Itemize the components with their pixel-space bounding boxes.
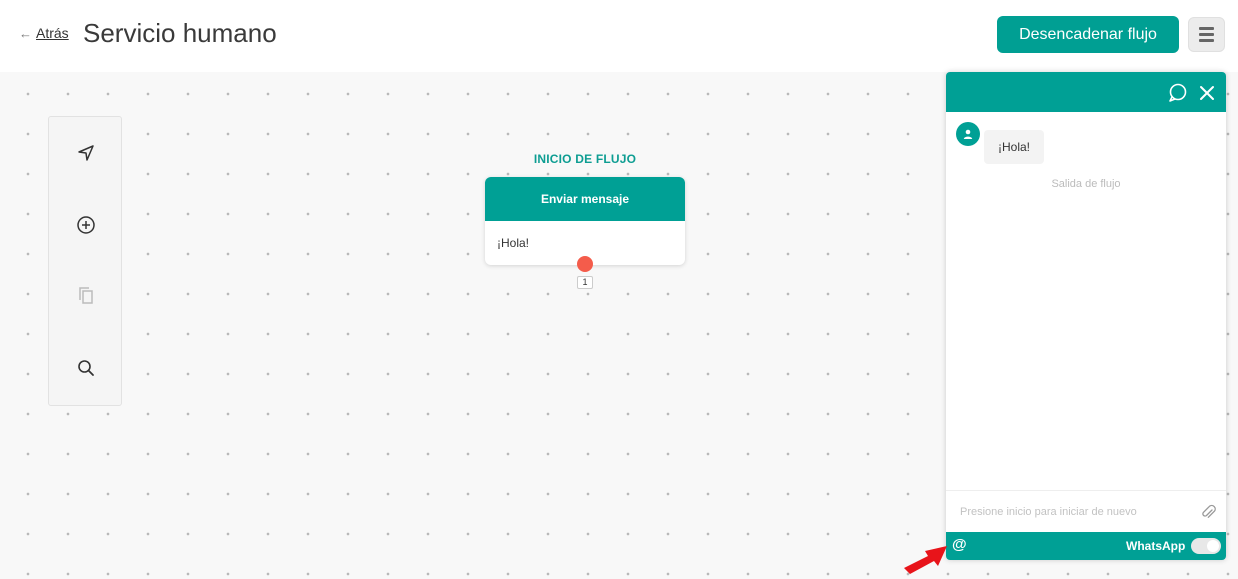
add-circle-icon	[77, 216, 95, 234]
add-node-tool-button[interactable]	[71, 210, 101, 240]
chat-message-input[interactable]	[960, 501, 1190, 523]
page-header: ← Atrás Servicio humano Desencadenar flu…	[0, 0, 1238, 72]
navigate-icon	[78, 145, 94, 161]
close-icon[interactable]	[1197, 83, 1217, 103]
chat-channel-bar: @ WhatsApp	[946, 532, 1226, 560]
whatsapp-label: WhatsApp	[1126, 539, 1186, 553]
port-index-badge: 1	[577, 276, 593, 289]
flow-editor-page: ← Atrás Servicio humano Desencadenar flu…	[0, 0, 1238, 579]
back-link[interactable]: ← Atrás	[19, 25, 69, 41]
flow-start-label: INICIO DE FLUJO	[533, 152, 637, 166]
at-sign-icon[interactable]: @	[952, 536, 967, 553]
page-title: Servicio humano	[83, 18, 277, 48]
trigger-flow-button[interactable]: Desencadenar flujo	[997, 16, 1179, 53]
bot-message-bubble: ¡Hola!	[984, 130, 1045, 164]
node-output-port[interactable]	[577, 256, 593, 272]
back-arrow-icon: ←	[19, 25, 32, 41]
restart-chat-icon[interactable]	[1167, 82, 1189, 104]
canvas-toolbar	[48, 116, 122, 406]
node-title: Enviar mensaje	[485, 177, 685, 221]
bot-avatar	[956, 122, 980, 146]
menu-bar	[1199, 27, 1214, 30]
chat-input-area	[946, 490, 1226, 532]
red-arrow-annotation-icon	[904, 546, 947, 574]
search-icon	[78, 360, 94, 376]
whatsapp-toggle[interactable]	[1191, 538, 1221, 554]
menu-bar	[1199, 39, 1214, 42]
chat-header	[946, 72, 1226, 112]
copy-tool-button[interactable]	[71, 281, 101, 311]
copy-icon	[79, 287, 93, 304]
menu-button[interactable]	[1188, 17, 1225, 52]
navigate-tool-button[interactable]	[71, 138, 101, 168]
user-icon	[963, 129, 973, 139]
send-message-node[interactable]: Enviar mensaje ¡Hola!	[485, 177, 685, 272]
search-tool-button[interactable]	[71, 353, 101, 383]
paperclip-icon[interactable]	[1200, 503, 1216, 521]
menu-bar	[1199, 33, 1214, 36]
chat-preview-panel: ¡Hola! Salida de flujo @ WhatsApp	[946, 72, 1226, 560]
flow-exit-notice: Salida de flujo	[1051, 178, 1121, 190]
back-label[interactable]: Atrás	[36, 25, 69, 41]
